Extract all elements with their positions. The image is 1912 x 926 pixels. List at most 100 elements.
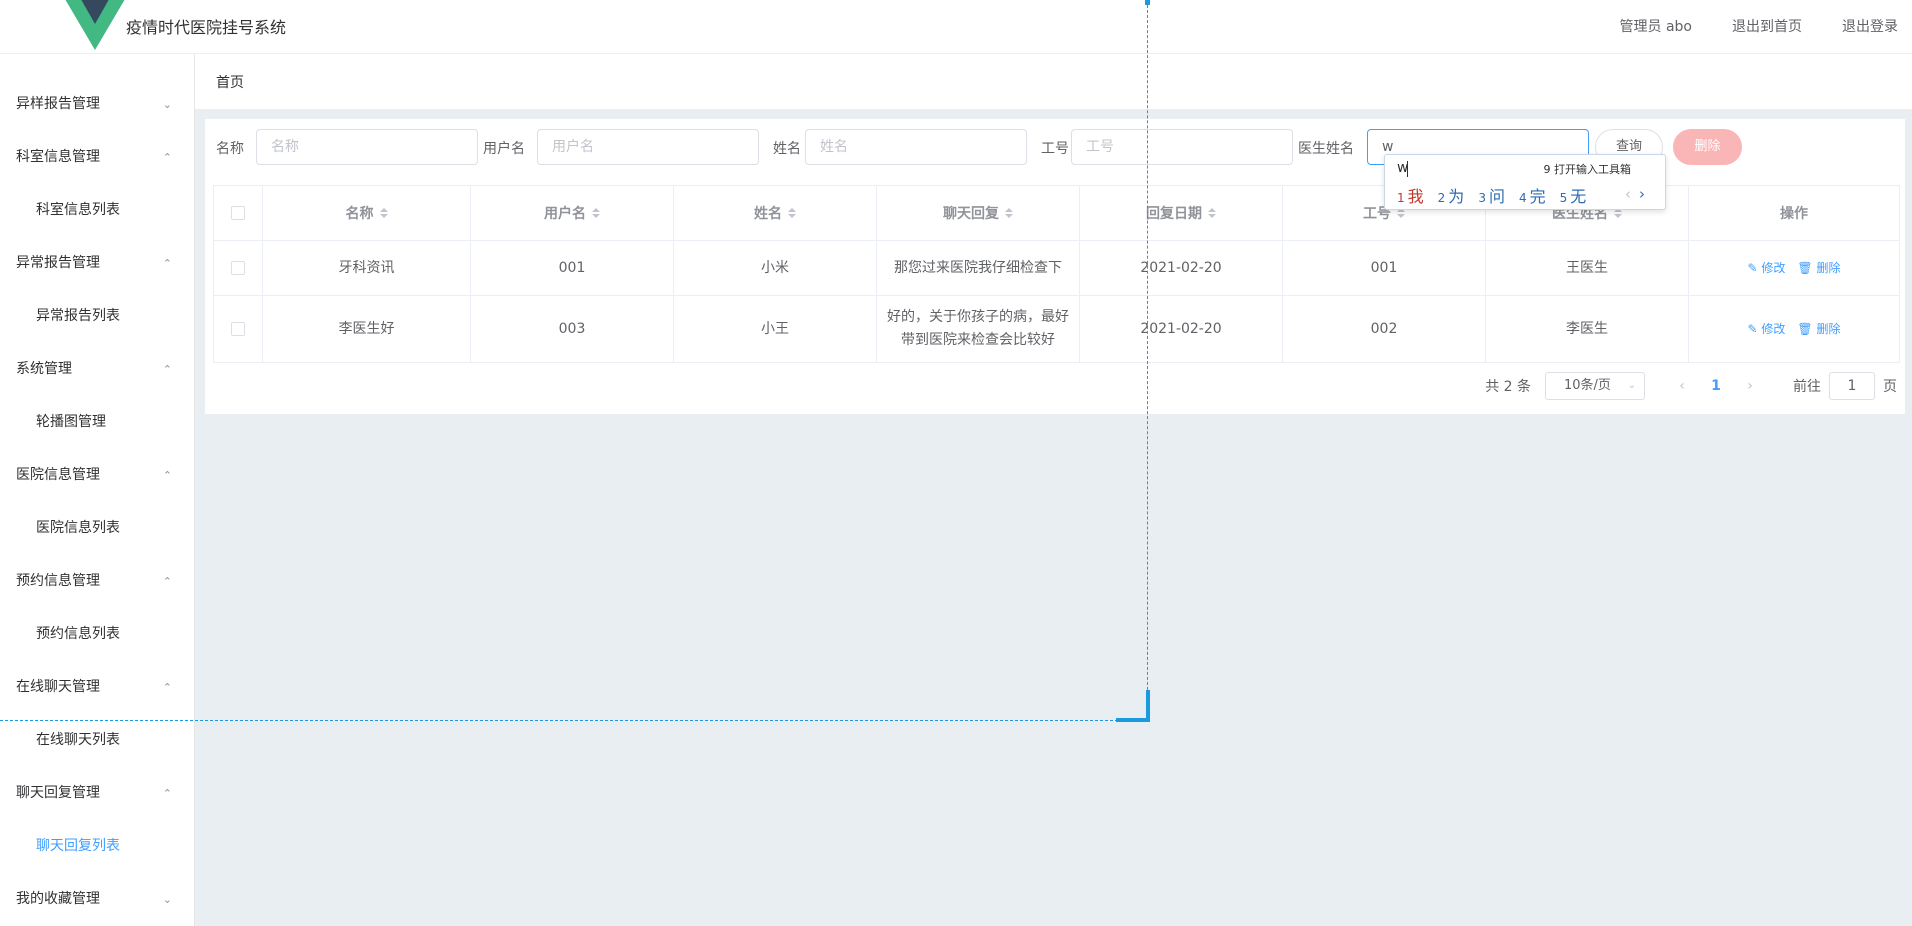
username-input[interactable] [537, 129, 759, 165]
column-header[interactable]: 聊天回复 [877, 186, 1080, 240]
chevron-up-icon: ⌃ [162, 257, 172, 270]
sort-icon[interactable] [1005, 208, 1013, 218]
table-cell: 小米 [674, 241, 877, 295]
edit-button[interactable]: ✎ 修改 [1748, 257, 1786, 280]
delete-button[interactable]: 删除 [1673, 129, 1742, 165]
candidate-number: 5 [1559, 191, 1568, 205]
header-actions: 管理员 abo 退出到首页 退出登录 [1620, 16, 1898, 36]
menu-online-chat[interactable]: 在线聊天管理 ⌃ [0, 661, 194, 714]
ime-candidate[interactable]: 5无 [1560, 183, 1587, 207]
page-number[interactable]: 1 [1699, 378, 1733, 394]
table-cell: 002 [1283, 296, 1486, 362]
next-page-button[interactable]: › [1733, 378, 1767, 394]
table-cell: 李医生好 [263, 296, 471, 362]
table-cell: 小王 [674, 296, 877, 362]
sort-icon[interactable] [1208, 208, 1216, 218]
menu-abnormal-report[interactable]: 异常报告管理 ⌃ [0, 237, 194, 290]
column-title: 姓名 [754, 206, 782, 222]
ime-candidate[interactable]: 1我 [1397, 183, 1424, 207]
column-header[interactable]: 回复日期 [1080, 186, 1283, 240]
menu-hospital-list[interactable]: 医院信息列表 [0, 502, 194, 555]
selection-corner-handle[interactable] [1116, 690, 1150, 722]
staff-id-label: 工号 [1041, 141, 1069, 157]
delete-label: 删除 [1816, 321, 1841, 336]
breadcrumb[interactable]: 首页 [216, 72, 244, 92]
page-size-select[interactable]: 10条/页 ⌄ [1545, 372, 1645, 400]
menu-label: 医院信息管理 [16, 467, 100, 483]
name-input[interactable] [256, 129, 478, 165]
row-checkbox[interactable] [231, 261, 245, 275]
page-size-value: 10条/页 [1564, 378, 1611, 393]
row-delete-button[interactable]: 🗑 删除 [1797, 257, 1840, 280]
prev-page-button[interactable]: ‹ [1665, 378, 1699, 394]
fullname-input[interactable] [805, 129, 1027, 165]
sort-icon[interactable] [379, 208, 388, 218]
back-home-link[interactable]: 退出到首页 [1732, 16, 1802, 36]
column-title: 名称 [345, 206, 374, 222]
admin-label: 管理员 abo [1619, 19, 1692, 35]
column-header[interactable]: 姓名 [674, 186, 877, 240]
row-select-cell [214, 241, 263, 295]
row-checkbox[interactable] [231, 322, 245, 336]
menu-favorites[interactable]: 我的收藏管理 ⌄ [0, 873, 194, 926]
candidate-text: 为 [1448, 187, 1465, 206]
menu-online-chat-list[interactable]: 在线聊天列表 [0, 714, 194, 767]
table-cell: 那您过来医院我仔细检查下 [877, 241, 1080, 295]
menu-hospital[interactable]: 医院信息管理 ⌃ [0, 449, 194, 502]
ime-candidates: 1我 2为 3问 4完 5无 [1397, 183, 1586, 207]
staff-id-input[interactable] [1071, 129, 1293, 165]
menu-carousel[interactable]: 轮播图管理 [0, 396, 194, 449]
table-cell: 王医生 [1486, 241, 1689, 295]
chevron-up-icon: ⌃ [162, 151, 172, 164]
name-label: 名称 [216, 141, 244, 157]
sort-icon[interactable] [788, 208, 796, 218]
table-cell: 003 [471, 296, 674, 362]
column-title: 用户名 [544, 206, 586, 222]
logout-link[interactable]: 退出登录 [1842, 16, 1898, 36]
row-delete-button[interactable]: 🗑 删除 [1797, 318, 1840, 341]
selection-handle[interactable] [1145, 0, 1150, 5]
chevron-up-icon: ⌃ [162, 363, 172, 376]
column-header[interactable]: 用户名 [471, 186, 674, 240]
table-cell: 好的，关于你孩子的病，最好带到医院来检查会比较好 [877, 296, 1080, 362]
ime-candidate[interactable]: 2为 [1438, 183, 1465, 207]
table-cell: 2021-02-20 [1080, 296, 1283, 362]
column-header[interactable]: 名称 [263, 186, 471, 240]
vue-logo-icon [65, 0, 125, 50]
ime-toolbox-link[interactable]: 9 打开输入工具箱 [1544, 161, 1632, 177]
menu-department[interactable]: 科室信息管理 ⌃ [0, 131, 194, 184]
sort-icon[interactable] [592, 208, 600, 218]
chevron-up-icon: ⌃ [162, 681, 172, 694]
menu-abnormal-report-list[interactable]: 异常报告列表 [0, 290, 194, 343]
chevron-left-icon[interactable]: ‹ [1625, 185, 1631, 203]
chevron-down-icon: ⌄ [162, 893, 172, 906]
actions-cell: ✎ 修改 🗑 删除 [1689, 296, 1899, 362]
ime-candidate[interactable]: 3问 [1478, 183, 1505, 207]
actions-cell: ✎ 修改 🗑 删除 [1689, 241, 1899, 295]
goto-page-input[interactable]: 1 [1829, 372, 1875, 400]
menu-department-list[interactable]: 科室信息列表 [0, 184, 194, 237]
candidate-number: 2 [1437, 191, 1446, 205]
selection-guide-vertical [1147, 0, 1148, 720]
menu-system[interactable]: 系统管理 ⌃ [0, 343, 194, 396]
edit-icon: ✎ [1747, 260, 1762, 275]
chevron-right-icon[interactable]: › [1639, 185, 1645, 203]
select-all-checkbox[interactable] [231, 206, 245, 220]
top-header: 疫情时代医院挂号系统 管理员 abo 退出到首页 退出登录 [0, 0, 1912, 54]
fullname-label: 姓名 [773, 141, 801, 157]
menu-label: 预约信息管理 [16, 573, 100, 589]
delete-label: 删除 [1816, 260, 1841, 275]
menu-chat-reply[interactable]: 聊天回复管理 ⌃ [0, 767, 194, 820]
app-title: 疫情时代医院挂号系统 [126, 18, 287, 37]
menu-chat-reply-list[interactable]: 聊天回复列表 [0, 820, 194, 873]
candidate-text: 无 [1570, 187, 1587, 206]
menu-appointment-list[interactable]: 预约信息列表 [0, 608, 194, 661]
ime-candidate[interactable]: 4完 [1519, 183, 1546, 207]
row-select-cell [214, 296, 263, 362]
edit-button[interactable]: ✎ 修改 [1748, 318, 1786, 341]
menu-appointment[interactable]: 预约信息管理 ⌃ [0, 555, 194, 608]
menu-abnormal-sample[interactable]: 异样报告管理 ⌄ [0, 78, 194, 131]
ime-caret [1407, 161, 1408, 177]
candidate-text: 问 [1488, 187, 1505, 206]
ime-page-nav: ‹ › [1625, 185, 1645, 203]
